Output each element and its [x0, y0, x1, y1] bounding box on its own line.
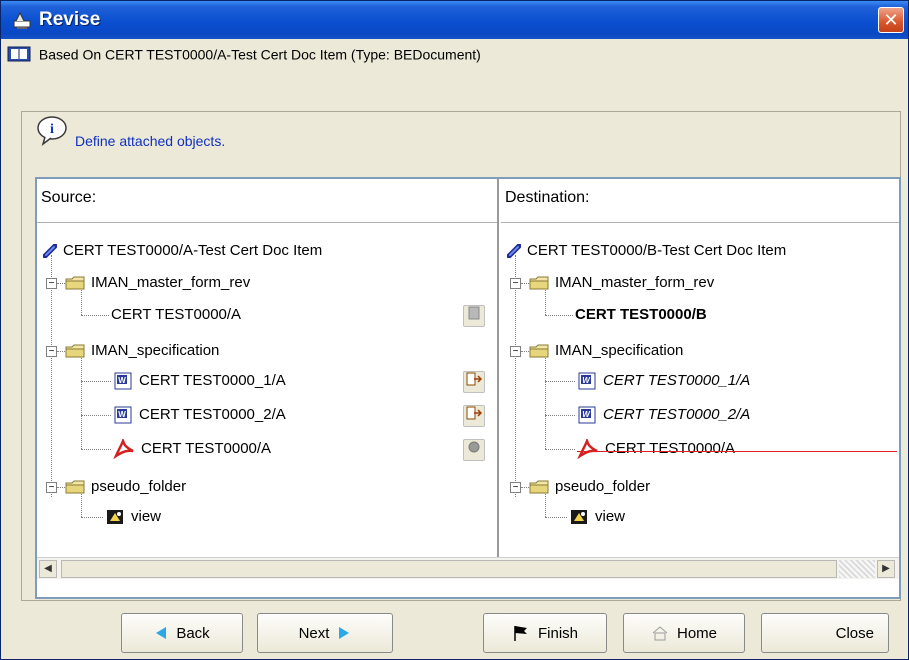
source-pane: Source: CERT TEST0000/A-Test Cert Doc It… — [37, 179, 499, 557]
home-icon — [652, 626, 668, 641]
source-pdf-doc[interactable]: CERT TEST0000/A — [113, 439, 271, 460]
folder-icon — [65, 480, 85, 494]
button-bar: Back Next Finish Home Close — [21, 601, 901, 657]
destination-folder-pseudo[interactable]: pseudo_folder — [529, 477, 650, 497]
destination-pdf-doc-removed[interactable]: CERT TEST0000/A — [577, 439, 735, 460]
based-on-text: Based On CERT TEST0000/A-Test Cert Doc I… — [38, 46, 481, 63]
info-text: Define attached objects. — [75, 133, 226, 149]
destination-root-item[interactable]: CERT TEST0000/B-Test Cert Doc Item — [507, 241, 786, 261]
book-icon — [7, 46, 31, 62]
source-header: Source: — [37, 179, 497, 223]
folder-icon — [65, 276, 85, 290]
collapse-toggle[interactable]: − — [510, 278, 521, 289]
destination-view-item[interactable]: view — [569, 507, 625, 527]
view-icon — [571, 510, 587, 525]
back-button[interactable]: Back — [121, 613, 243, 653]
folder-icon — [529, 480, 549, 494]
pdf-icon — [113, 439, 134, 460]
back-arrow-icon — [156, 627, 167, 639]
revise-icon — [13, 11, 31, 29]
window-title: Revise — [39, 9, 101, 30]
info-panel: i Define attached objects. — [21, 111, 901, 171]
view-icon — [107, 510, 123, 525]
destination-word-doc-1[interactable]: W CERT TEST0000_1/A — [577, 371, 750, 391]
tree-frame: Source: CERT TEST0000/A-Test Cert Doc It… — [35, 177, 901, 599]
arrow-right-icon — [466, 372, 483, 386]
svg-text:W: W — [118, 410, 126, 419]
horizontal-scrollbar[interactable]: ◀ ▶ — [37, 557, 899, 579]
source-word-doc-1[interactable]: W CERT TEST0000_1/A — [113, 371, 286, 391]
pdf-icon — [577, 439, 598, 460]
destination-form-item[interactable]: CERT TEST0000/B — [575, 305, 707, 325]
word-document-icon: W — [578, 372, 596, 390]
next-button[interactable]: Next — [257, 613, 393, 653]
copy-forward-button[interactable] — [463, 405, 485, 427]
source-folder-master-form[interactable]: IMAN_master_form_rev — [65, 273, 250, 293]
destination-folder-specification[interactable]: IMAN_specification — [529, 341, 683, 361]
item-icon — [507, 244, 521, 259]
scroll-track[interactable] — [839, 560, 875, 578]
folder-icon — [529, 276, 549, 290]
source-folder-pseudo[interactable]: pseudo_folder — [65, 477, 186, 497]
destination-header: Destination: — [501, 179, 899, 223]
collapse-toggle[interactable]: − — [46, 278, 57, 289]
folder-icon — [529, 344, 549, 358]
info-icon: i — [37, 116, 67, 146]
source-root-item[interactable]: CERT TEST0000/A-Test Cert Doc Item — [43, 241, 322, 261]
destination-word-doc-2[interactable]: W CERT TEST0000_2/A — [577, 405, 750, 425]
svg-text:i: i — [50, 122, 54, 137]
collapse-toggle[interactable]: − — [46, 346, 57, 357]
destination-folder-master-form[interactable]: IMAN_master_form_rev — [529, 273, 714, 293]
source-word-doc-2[interactable]: W CERT TEST0000_2/A — [113, 405, 286, 425]
source-form-item[interactable]: CERT TEST0000/A — [111, 305, 241, 325]
home-button[interactable]: Home — [623, 613, 745, 653]
item-icon — [43, 244, 57, 259]
source-folder-specification[interactable]: IMAN_specification — [65, 341, 219, 361]
source-view-item[interactable]: view — [105, 507, 161, 527]
title-bar[interactable]: Revise ✕ — [1, 1, 908, 39]
no-copy-button[interactable] — [463, 439, 485, 461]
copy-action-button[interactable] — [463, 305, 485, 327]
next-arrow-icon — [339, 627, 350, 639]
scroll-thumb[interactable] — [61, 560, 837, 578]
page-icon — [468, 306, 480, 320]
scroll-right-button[interactable]: ▶ — [877, 560, 895, 578]
strike-through-line — [577, 451, 897, 452]
close-icon: ✕ — [883, 10, 899, 30]
svg-text:W: W — [118, 376, 126, 385]
copy-forward-button[interactable] — [463, 371, 485, 393]
collapse-toggle[interactable]: − — [510, 482, 521, 493]
word-document-icon: W — [578, 406, 596, 424]
scroll-left-button[interactable]: ◀ — [39, 560, 57, 578]
close-window-button[interactable]: ✕ — [878, 7, 904, 33]
close-button[interactable]: Close — [761, 613, 889, 653]
destination-pane: Destination: CERT TEST0000/B-Test Cert D… — [501, 179, 899, 557]
circle-icon — [468, 441, 480, 453]
revise-dialog: Revise ✕ Based On CERT TEST0000/A-Test C… — [0, 0, 909, 660]
word-document-icon: W — [114, 406, 132, 424]
finish-flag-icon — [514, 626, 527, 641]
collapse-toggle[interactable]: − — [510, 346, 521, 357]
word-document-icon: W — [114, 372, 132, 390]
arrow-right-icon — [466, 406, 483, 420]
based-on-bar: Based On CERT TEST0000/A-Test Cert Doc I… — [7, 45, 481, 67]
collapse-toggle[interactable]: − — [46, 482, 57, 493]
finish-button[interactable]: Finish — [483, 613, 607, 653]
folder-icon — [65, 344, 85, 358]
